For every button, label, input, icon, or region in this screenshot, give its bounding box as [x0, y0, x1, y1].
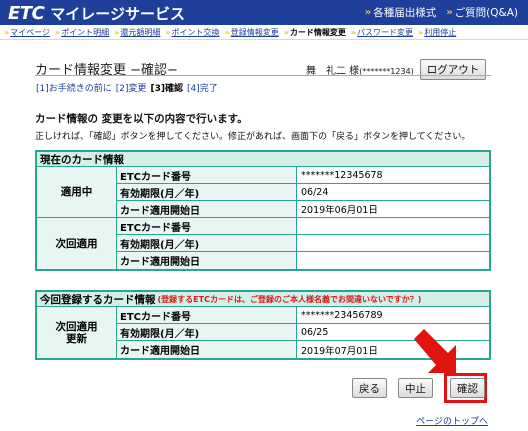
- nav-item-label: ポイント交換: [171, 27, 220, 37]
- new-card-warning-note: (登録するETCカードは、ご登録のご本人様名義でお間違いないですか？): [157, 294, 422, 304]
- nav-item-label: 還元額明細: [120, 27, 161, 37]
- intro-heading: カード情報の 変更を以下の内容で行います。: [35, 113, 248, 125]
- double-chevron-right-icon: »: [114, 27, 120, 37]
- page-top-link[interactable]: ページのトップへ: [416, 414, 488, 427]
- group-label-next-update: 次回適用 更新: [37, 307, 117, 358]
- nav-item-registration-change[interactable]: » 登録情報変更: [225, 27, 279, 38]
- double-chevron-right-icon: »: [446, 7, 453, 18]
- group-label-next: 次回適用: [37, 218, 117, 269]
- double-chevron-right-icon: »: [350, 27, 357, 37]
- nav-item-point-details[interactable]: » ポイント明細: [55, 27, 109, 38]
- intro-text: カード情報の 変更を以下の内容で行います。 正しければ、「確認」ボタンを押してく…: [35, 111, 505, 142]
- row-label: ETCカード番号: [117, 307, 297, 324]
- nav-item-refund-details[interactable]: » 還元額明細: [114, 27, 160, 38]
- row-value: 06/24: [297, 184, 489, 201]
- nav-item-mypage[interactable]: » マイページ: [4, 27, 50, 38]
- nav-item-label: 利用停止: [424, 27, 457, 37]
- nav-item-point-exchange[interactable]: » ポイント交換: [165, 27, 219, 38]
- row-value: [297, 235, 489, 252]
- double-chevron-right-icon: »: [224, 27, 230, 37]
- double-chevron-right-icon: »: [418, 27, 424, 37]
- row-label: ETCカード番号: [117, 218, 297, 235]
- row-label: カード適用開始日: [117, 252, 297, 269]
- row-value: 2019年06月01日: [297, 201, 489, 218]
- row-label: カード適用開始日: [117, 341, 297, 358]
- step-3-current: [3]確認: [150, 84, 184, 94]
- row-label: 有効期限(月／年): [117, 235, 297, 252]
- row-label: 有効期限(月／年): [117, 184, 297, 201]
- logo-etc-text: ETC: [8, 2, 45, 24]
- nav-item-label: マイページ: [10, 27, 51, 37]
- current-card-heading-text: 現在のカード情報: [40, 153, 124, 166]
- new-card-heading: 今回登録するカード情報 (登録するETCカードは、ご登録のご本人様名義でお間違い…: [37, 292, 489, 307]
- step-indicator: [1]お手続きの前に [2]変更 [3]確認 [4]完了: [36, 81, 218, 94]
- nav-item-password-change[interactable]: » パスワード変更: [351, 27, 413, 38]
- back-button[interactable]: 戻る: [352, 378, 387, 398]
- row-value: [297, 218, 489, 235]
- nav-item-label: ポイント明細: [61, 27, 110, 37]
- double-chevron-right-icon: »: [283, 27, 289, 37]
- double-chevron-right-icon: »: [165, 27, 171, 37]
- group-label-active: 適用中: [37, 167, 117, 218]
- logout-button[interactable]: ログアウト: [419, 59, 487, 80]
- current-card-heading: 現在のカード情報: [37, 152, 489, 167]
- double-chevron-right-icon: »: [364, 7, 372, 18]
- site-logo[interactable]: ETC マイレージサービス: [8, 2, 185, 24]
- current-card-grid: 適用中 ETCカード番号 *******12345678 有効期限(月／年) 0…: [37, 167, 489, 269]
- step-1: [1]お手続きの前に: [36, 84, 112, 94]
- row-value: [297, 252, 489, 269]
- user-area: 舞 礼二 様(*******1234) ログアウト: [306, 59, 487, 80]
- nav-item-suspend[interactable]: » 利用停止: [418, 27, 456, 38]
- nav-item-card-change[interactable]: » カード情報変更: [284, 27, 346, 38]
- step-2: [2]変更: [115, 84, 147, 94]
- nav-item-label: カード情報変更: [289, 27, 346, 37]
- intro-instructions: 正しければ、「確認」ボタンを押してください。修正があれば、画面下の「戻る」ボタン…: [35, 132, 471, 142]
- logo-service-text: マイレージサービス: [50, 4, 185, 23]
- row-value: *******12345678: [297, 167, 489, 184]
- main-nav: » マイページ » ポイント明細 » 還元額明細 » ポイント交換 » 登録情報変更 » カ…: [0, 25, 528, 40]
- forms-link[interactable]: » 各種届出様式: [365, 5, 436, 20]
- new-card-heading-text: 今回登録するカード情報: [40, 293, 156, 306]
- current-card-table: 現在のカード情報 適用中 ETCカード番号 *******12345678 有効…: [35, 150, 491, 271]
- group-label-line2: 更新: [66, 332, 87, 345]
- row-label: カード適用開始日: [117, 201, 297, 218]
- row-label: ETCカード番号: [117, 167, 297, 184]
- faq-link-label: ご質問(Q&A): [454, 7, 518, 19]
- double-chevron-right-icon: »: [4, 27, 10, 37]
- nav-item-label: パスワード変更: [357, 27, 414, 37]
- step-4: [4]完了: [187, 84, 218, 94]
- row-value: *******23456789: [297, 307, 489, 324]
- faq-link[interactable]: » ご質問(Q&A): [446, 5, 518, 20]
- nav-item-label: 登録情報変更: [230, 27, 279, 37]
- group-label-line1: 次回適用: [55, 320, 98, 333]
- site-header: ETC マイレージサービス » 各種届出様式 » ご質問(Q&A): [0, 0, 528, 25]
- confirm-button[interactable]: 確認: [450, 378, 485, 398]
- cancel-button[interactable]: 中止: [398, 378, 433, 398]
- row-label: 有効期限(月／年): [117, 324, 297, 341]
- forms-link-label: 各種届出様式: [373, 7, 437, 19]
- title-divider: [35, 75, 491, 76]
- double-chevron-right-icon: »: [55, 27, 61, 37]
- header-links: » 各種届出様式 » ご質問(Q&A): [365, 5, 518, 20]
